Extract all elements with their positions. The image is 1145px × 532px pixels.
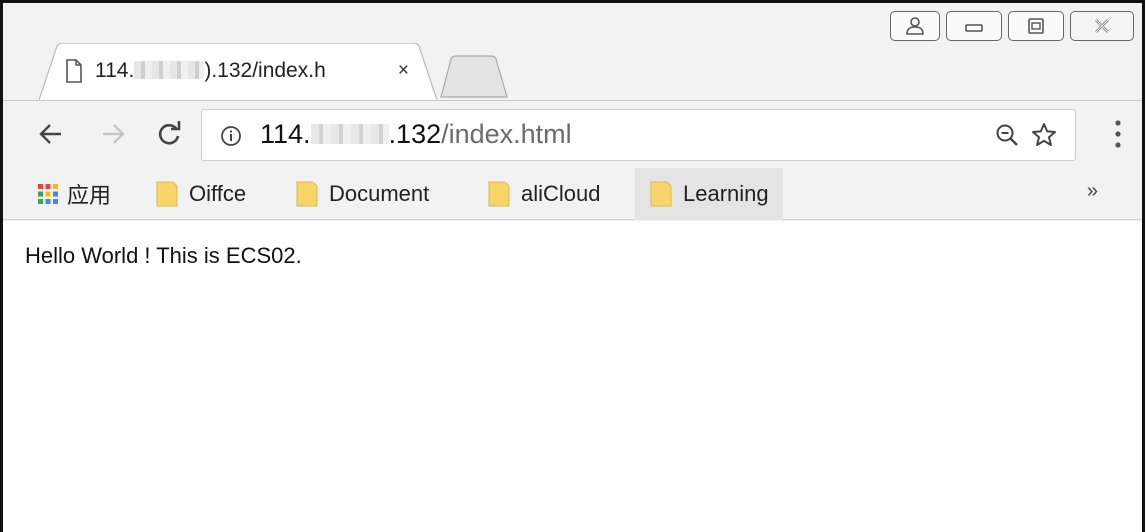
url-text: 114. .132/index.html [260,119,572,150]
zoom-out-icon[interactable] [995,123,1019,147]
tab-strip: 114. ).132/index.h × [3,3,1142,101]
page-icon [66,59,82,83]
bookmark-label: Oiffce [189,181,247,206]
browser-window: 114.).132/index.h × 114..132/index.html… [0,0,1145,532]
bookmark-apps[interactable]: 应用 [37,168,111,220]
tab-title: 114. ).132/index.h [95,59,391,83]
bookmarks-overflow-button[interactable]: » [1087,180,1098,203]
star-icon[interactable] [1031,122,1057,148]
bookmark-folder-alicloud[interactable]: aliCloud [487,168,601,220]
bookmark-folder-oiffce[interactable]: Oiffce [155,168,246,220]
folder-icon [488,181,510,207]
folder-icon [296,181,318,207]
kebab-menu-icon[interactable] [1114,119,1122,149]
info-icon[interactable] [220,125,242,147]
tab-title-suffix: ).132/index.h [204,59,326,82]
bookmarks-bar: 应用 Oiffce Document aliCloud Learning » [3,168,1142,220]
reload-icon[interactable] [155,120,183,148]
close-icon [1095,19,1109,33]
toolbar: 114. .132/index.html [3,100,1142,168]
bookmark-folder-learning[interactable]: Learning [635,168,783,220]
close-window-button[interactable] [1070,11,1134,41]
back-arrow-icon[interactable] [37,120,65,148]
maximize-button[interactable] [1008,11,1064,41]
folder-icon [156,181,178,207]
bookmark-label: aliCloud [521,181,601,206]
bookmark-folder-document[interactable]: Document [295,168,429,220]
redacted-segment [134,61,205,79]
bookmark-label: Document [329,181,430,206]
minimize-icon [965,24,983,32]
bookmark-apps-label: 应用 [67,183,112,208]
minimize-button[interactable] [946,11,1002,41]
url-host-prefix: 114. [260,119,311,149]
tab-close-button[interactable]: × [398,60,409,82]
page-content: Hello World ! This is ECS02. [3,221,1142,532]
tab-title-prefix: 114. [95,59,135,82]
window-controls [890,11,1134,41]
new-tab-button[interactable] [439,55,509,99]
redacted-segment [310,124,389,144]
address-bar[interactable]: 114. .132/index.html [201,109,1076,161]
tab-active[interactable]: 114. ).132/index.h × [39,43,437,101]
page-body-text: Hello World ! This is ECS02. [25,243,302,268]
profile-button[interactable] [890,11,940,41]
bookmark-label: Learning [683,181,769,206]
apps-grid-icon [38,184,58,204]
maximize-icon [1028,18,1044,34]
url-host-suffix: .132 [388,119,442,149]
profile-icon [906,17,924,35]
forward-arrow-icon[interactable] [99,120,127,148]
folder-icon [650,181,672,207]
url-path: /index.html [441,119,572,149]
